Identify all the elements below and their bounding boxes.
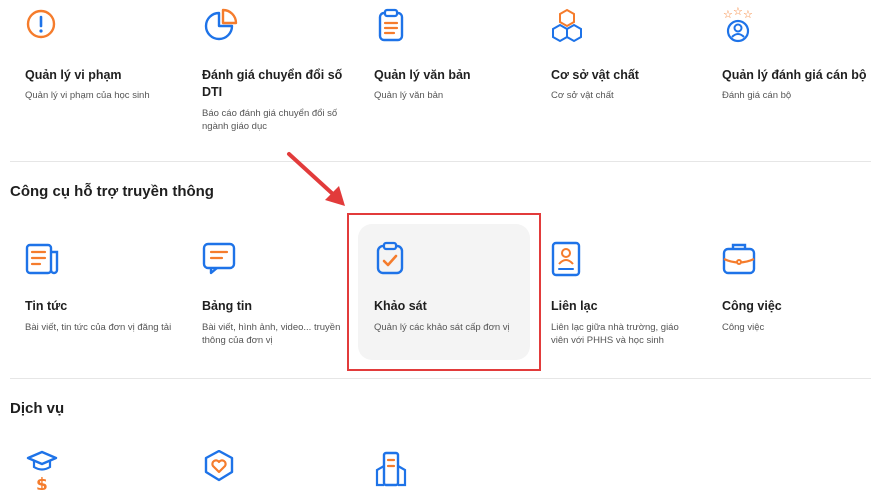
newspaper-icon [25,240,65,280]
tile-title: Bảng tin [202,299,252,313]
tile-desc: Công việc [722,322,765,333]
svg-text:☆: ☆ [733,7,743,18]
section-divider [10,161,871,162]
user-stars-icon: ☆ ☆ ☆ [722,7,762,47]
briefcase-icon [722,240,762,280]
clipboard-check-icon [374,240,414,280]
tile-title: Khảo sát [374,299,427,313]
clipboard-document-icon [374,7,414,47]
tile-desc: Quản lý các khảo sát cấp đơn vị [374,322,510,333]
graduation-dollar-icon: $ [25,450,65,490]
heart-hands-icon [202,450,242,490]
tile-desc: Bài viết, hình ảnh, video... truyền thôn… [202,322,341,346]
tile-desc: Liên lạc giữa nhà trường, giáo viên với … [551,322,679,346]
annotation-arrow-icon [285,150,355,212]
highlight-frame [347,213,541,371]
tile-title: Quản lý đánh giá cán bộ [722,68,867,82]
tile-title: Quản lý văn bản [374,68,471,82]
section-divider [10,378,871,379]
tile-desc: Cơ sở vật chất [551,90,614,101]
tile-desc: Bài viết, tin tức của đơn vị đăng tải [25,322,172,333]
tile-desc: Đánh giá cán bộ [722,90,792,101]
tile-title: Tin tức [25,299,68,313]
buildings-icon [374,450,414,490]
pie-chart-icon [202,7,242,47]
contact-card-icon [551,240,591,280]
alert-circle-icon [25,7,65,47]
tile-title: Liên lạc [551,299,598,313]
svg-text:$: $ [36,475,48,490]
tile-title: Quản lý vi phạm [25,68,122,82]
tile-title: Công việc [722,299,782,313]
tile-service-facilities[interactable] [374,450,534,495]
tile-title: Đánh giá chuyển đổi số DTI [202,68,343,99]
message-board-icon [202,240,242,280]
tile-desc: Quản lý vi phạm của học sinh [25,90,150,101]
svg-text:☆: ☆ [743,8,753,21]
section-title-services: Dịch vụ [10,400,65,417]
tile-service-care[interactable] [202,450,362,495]
section-title-communication: Công cụ hỗ trợ truyền thông [10,183,214,200]
tile-service-tuition[interactable]: $ [25,450,185,495]
tile-title: Cơ sở vật chất [551,68,639,82]
tile-desc: Quản lý văn bản [374,90,444,101]
cubes-icon [551,7,591,47]
svg-text:☆: ☆ [723,8,733,21]
tile-desc: Báo cáo đánh giá chuyển đổi số ngành giá… [202,108,338,132]
